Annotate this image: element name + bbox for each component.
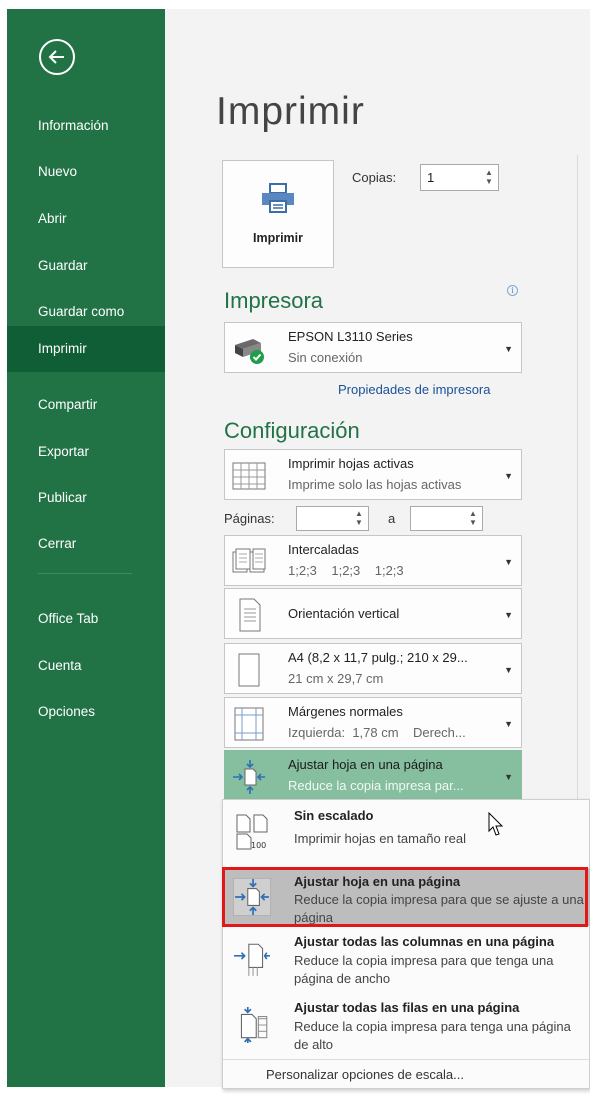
margins-icon: [234, 707, 264, 741]
scaling-menu: 100 Sin escalado Imprimir hojas en tamañ…: [222, 799, 590, 1089]
selection-highlight-box: [222, 867, 588, 927]
no-scaling-icon: 100: [236, 814, 268, 850]
print-what-title: Imprimir hojas activas: [288, 456, 414, 471]
paper-size-dropdown[interactable]: A4 (8,2 x 11,7 pulg.; 210 x 29... 21 cm …: [224, 643, 522, 694]
printer-offline-icon: [235, 339, 264, 364]
printer-dropdown[interactable]: EPSON L3110 Series Sin conexión ▼: [224, 322, 522, 373]
copies-label: Copias:: [352, 170, 397, 185]
copies-spinner[interactable]: 1 ▲ ▼: [420, 164, 499, 191]
fit-rows-icon: [240, 1007, 268, 1043]
scaling-option-fit-rows[interactable]: Ajustar todas las filas en una página Re…: [223, 996, 590, 1058]
scaling-desc: Reduce la copia impresa par...: [288, 778, 464, 793]
chevron-down-icon: ▼: [504, 471, 513, 481]
sidebar-item-nuevo[interactable]: Nuevo: [7, 149, 165, 195]
collate-title: Intercaladas: [288, 542, 359, 557]
scaling-option-fit-columns[interactable]: Ajustar todas las columnas en una página…: [223, 932, 590, 996]
collated-pages-icon: [232, 548, 266, 573]
print-button[interactable]: Imprimir: [222, 160, 334, 268]
backstage-sidebar: Información Nuevo Abrir Guardar Guardar …: [7, 9, 165, 1087]
sidebar-item-abrir[interactable]: Abrir: [7, 196, 165, 242]
sidebar-item-office-tab[interactable]: Office Tab: [7, 596, 165, 642]
pages-label: Páginas:: [224, 511, 275, 526]
page-title: Imprimir: [216, 90, 365, 133]
option-desc: Reduce la copia impresa para que tenga u…: [294, 953, 554, 986]
fit-sheet-icon: [233, 760, 265, 794]
print-button-label: Imprimir: [252, 231, 303, 245]
sidebar-divider: [38, 573, 132, 574]
sidebar-item-opciones[interactable]: Opciones: [7, 689, 165, 735]
mouse-cursor-icon: [488, 812, 504, 836]
option-desc: Imprimir hojas en tamaño real: [294, 831, 466, 846]
spinner-arrows-icon[interactable]: ▲ ▼: [354, 509, 364, 528]
custom-scaling-options-link[interactable]: Personalizar opciones de escala...: [223, 1059, 590, 1089]
option-title: Ajustar todas las columnas en una página: [294, 934, 555, 949]
spinner-arrows-icon[interactable]: ▲ ▼: [468, 509, 478, 528]
option-desc: Reduce la copia impresa para tenga una p…: [294, 1019, 571, 1052]
sidebar-item-informacion[interactable]: Información: [7, 103, 165, 149]
print-what-dropdown[interactable]: Imprimir hojas activas Imprime solo las …: [224, 449, 522, 500]
config-section-heading: Configuración: [224, 418, 360, 443]
sidebar-item-exportar[interactable]: Exportar: [7, 429, 165, 475]
sidebar-item-publicar[interactable]: Publicar: [7, 475, 165, 521]
margins-desc: Izquierda: 1,78 cm Derech...: [288, 725, 466, 740]
spinner-arrows-icon[interactable]: ▲ ▼: [484, 168, 494, 187]
orientation-title: Orientación vertical: [288, 606, 400, 621]
margins-dropdown[interactable]: Márgenes normales Izquierda: 1,78 cm Der…: [224, 697, 522, 748]
svg-text:100: 100: [251, 841, 266, 850]
paper-size-desc: 21 cm x 29,7 cm: [288, 671, 384, 686]
back-arrow-icon[interactable]: [39, 39, 75, 75]
chevron-down-icon: ▼: [504, 557, 513, 567]
printer-name: EPSON L3110 Series: [288, 329, 413, 344]
fit-columns-icon: [234, 943, 270, 976]
printer-properties-link[interactable]: Propiedades de impresora: [338, 382, 490, 397]
pages-to-input[interactable]: ▲ ▼: [410, 506, 483, 531]
collate-dropdown[interactable]: Intercaladas 1;2;3 1;2;3 1;2;3 ▼: [224, 535, 522, 586]
sidebar-item-guardar[interactable]: Guardar: [7, 243, 165, 289]
collate-desc: 1;2;3 1;2;3 1;2;3: [288, 563, 404, 578]
pages-from-input[interactable]: ▲ ▼: [296, 506, 369, 531]
sidebar-item-cuenta[interactable]: Cuenta: [7, 643, 165, 689]
sidebar-item-cerrar[interactable]: Cerrar: [7, 521, 165, 567]
orientation-dropdown[interactable]: Orientación vertical ▼: [224, 588, 522, 639]
scaling-title: Ajustar hoja en una página: [288, 757, 443, 772]
chevron-down-icon: ▼: [504, 344, 513, 354]
scaling-option-no-scaling[interactable]: 100 Sin escalado Imprimir hojas en tamañ…: [223, 800, 590, 868]
info-icon[interactable]: i: [507, 285, 518, 296]
chevron-down-icon: ▼: [504, 610, 513, 620]
paper-size-title: A4 (8,2 x 11,7 pulg.; 210 x 29...: [288, 650, 468, 665]
print-what-desc: Imprime solo las hojas activas: [288, 477, 462, 492]
sidebar-item-compartir[interactable]: Compartir: [7, 382, 165, 428]
option-title: Sin escalado: [294, 808, 374, 823]
margins-title: Márgenes normales: [288, 704, 403, 719]
portrait-page-icon: [239, 598, 261, 632]
printer-section-heading: Impresora: [224, 288, 324, 313]
chevron-down-icon: ▼: [504, 772, 513, 782]
chevron-down-icon: ▼: [504, 665, 513, 675]
sidebar-item-imprimir[interactable]: Imprimir: [7, 326, 165, 372]
sheet-grid-icon: [232, 462, 266, 490]
chevron-down-icon: ▼: [504, 719, 513, 729]
pages-to-label: a: [388, 511, 396, 526]
scaling-dropdown[interactable]: Ajustar hoja en una página Reduce la cop…: [224, 750, 522, 801]
copies-value: 1: [427, 170, 435, 185]
option-title: Ajustar todas las filas en una página: [294, 1000, 520, 1015]
printer-status: Sin conexión: [288, 350, 363, 365]
printer-icon: [262, 183, 294, 213]
paper-size-icon: [238, 653, 260, 687]
